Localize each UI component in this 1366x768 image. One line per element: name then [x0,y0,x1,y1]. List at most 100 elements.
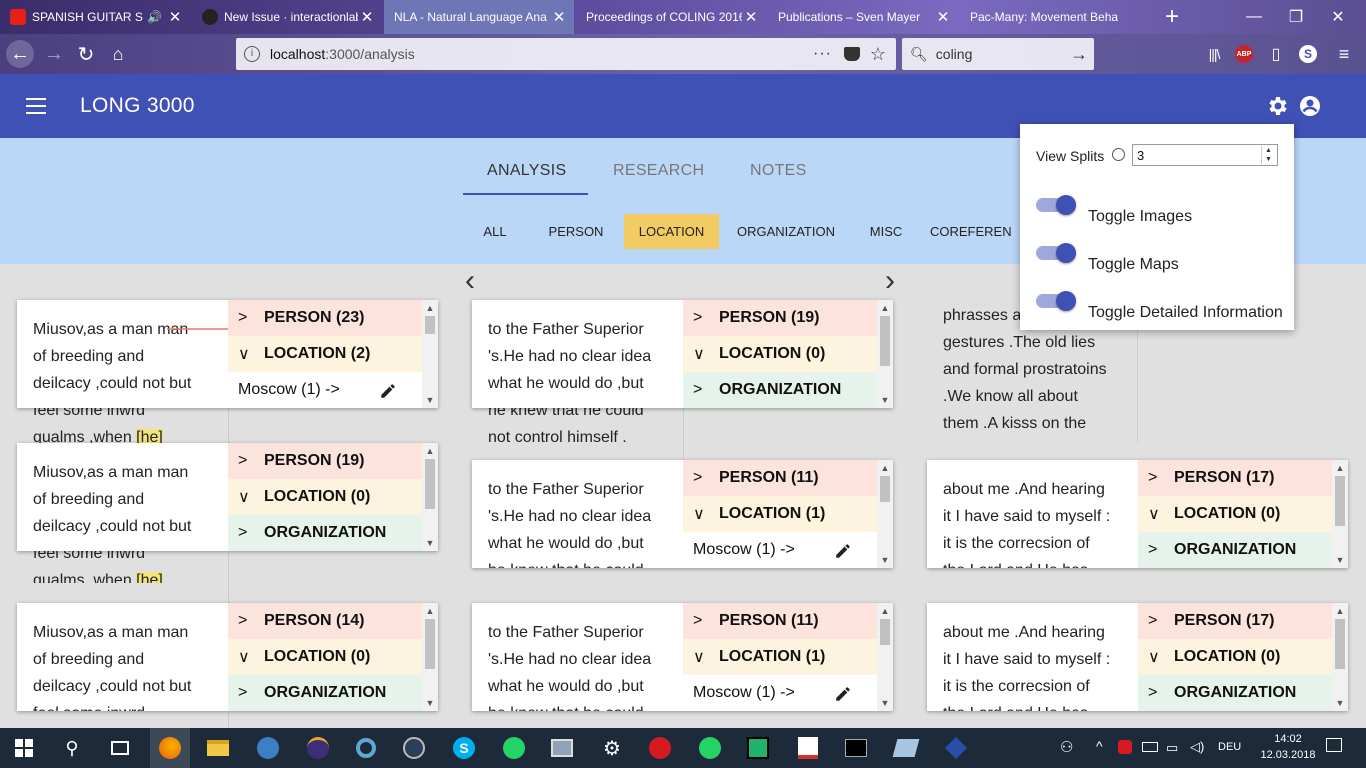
number-stepper-icon[interactable]: ▲ ▼ [1261,146,1275,164]
windows-start-icon[interactable] [8,732,40,764]
scrollbar[interactable]: ▲ ▼ [422,603,438,711]
entity-organization[interactable]: > ORGANIZATION [683,372,880,408]
app-ring-icon[interactable] [350,732,382,764]
search-icon[interactable]: ⚲ [56,732,88,764]
scrollbar[interactable]: ▲ ▼ [877,460,893,568]
page-actions-more-icon[interactable]: ··· [813,45,832,63]
game-app-icon[interactable] [940,732,972,764]
entity-location[interactable]: ∨ LOCATION (0) [228,479,425,515]
task-view-icon[interactable] [104,732,136,764]
tab-notes[interactable]: NOTES [750,162,807,180]
account-circle-icon[interactable] [1298,94,1322,118]
close-icon[interactable]: ✕ [742,8,760,26]
view-splits-radio[interactable] [1112,148,1125,161]
tab-research[interactable]: RESEARCH [613,162,704,180]
webstorm-icon[interactable] [742,732,774,764]
edit-pencil-icon[interactable] [834,685,852,703]
speaker-icon[interactable]: 🔊 [147,10,162,24]
home-icon[interactable]: ⌂ [104,40,132,68]
entity-location[interactable]: ∨ LOCATION (0) [683,336,880,372]
toggle-detailed-info-switch[interactable] [1036,291,1076,311]
notifications-icon[interactable] [1326,738,1342,752]
entity-person[interactable]: > PERSON (17) [1138,460,1335,496]
toggle-images-switch[interactable] [1036,195,1076,215]
entity-location[interactable]: ∨ LOCATION (0) [1138,639,1335,675]
browser-tab-youtube[interactable]: SPANISH GUITAR SOU 🔊 ✕ [0,0,190,34]
toggle-maps-switch[interactable] [1036,243,1076,263]
volume-icon[interactable]: ◁) [1190,739,1204,755]
firefox-icon[interactable] [150,728,190,768]
library-icon[interactable]: |||\ [1200,40,1228,68]
search-input[interactable]: coling [936,46,973,62]
input-language[interactable]: DEU [1218,741,1241,753]
filter-tab-coreference[interactable]: COREFEREN [930,214,1020,249]
extension-s-icon[interactable]: S [1299,45,1317,63]
browser-tab-coling[interactable]: Proceedings of COLING 2016 ✕ [576,0,766,34]
info-icon[interactable]: i [244,46,260,62]
pocket-icon[interactable] [844,47,860,61]
network-icon[interactable]: ▭ [1166,740,1178,756]
settings-gear-icon[interactable] [1266,94,1290,118]
minimize-icon[interactable]: — [1234,0,1274,34]
scrollbar[interactable]: ▲ ▼ [1332,603,1348,711]
scrollbar[interactable]: ▲ ▼ [1332,460,1348,568]
search-bar[interactable]: 🔍︎ coling → [902,38,1094,70]
entity-location[interactable]: ∨ LOCATION (2) [228,336,425,372]
browser-tab-github[interactable]: New Issue · interactionlab ✕ [192,0,382,34]
security-app-icon[interactable] [644,732,676,764]
whatsapp-icon[interactable] [498,732,530,764]
close-icon[interactable]: ✕ [550,8,568,26]
tray-security-icon[interactable] [1118,740,1132,754]
people-icon[interactable]: ⚇ [1060,738,1073,756]
entity-person[interactable]: > PERSON (17) [1138,603,1335,639]
browser-tab-publications[interactable]: Publications – Sven Mayer ✕ [768,0,958,34]
skype-icon[interactable]: S [448,732,480,764]
filter-tab-all[interactable]: ALL [470,214,520,249]
entity-location[interactable]: ∨ LOCATION (0) [228,639,425,675]
whatsapp-icon[interactable] [694,732,726,764]
close-icon[interactable]: ✕ [934,8,952,26]
eclipse-icon[interactable] [302,732,334,764]
filter-tab-misc[interactable]: MISC [860,214,912,249]
reload-icon[interactable]: ↻ [72,40,100,68]
new-tab-plus-icon[interactable]: + [1152,0,1192,34]
entity-organization[interactable]: > ORGANIZATION [1138,532,1335,568]
steam-icon[interactable] [398,732,430,764]
entity-location[interactable]: ∨ LOCATION (0) [1138,496,1335,532]
settings-gear-icon[interactable]: ⚙ [596,732,628,764]
scrollbar[interactable]: ▲ ▼ [422,300,438,408]
entity-person[interactable]: > PERSON (11) [683,603,880,639]
browser-tab-nla[interactable]: NLA - Natural Language Ana ✕ [384,0,574,34]
scrollbar[interactable]: ▲ ▼ [422,443,438,551]
back-arrow-icon[interactable]: ← [6,40,34,68]
entity-organization[interactable]: > ORGANIZATION [1138,675,1335,711]
image-viewer-icon[interactable] [546,732,578,764]
filter-tab-organization[interactable]: ORGANIZATION [732,214,840,249]
pdf-reader-icon[interactable] [792,732,824,764]
carousel-prev-chevron-icon[interactable]: ‹ [465,264,475,298]
filter-tab-person[interactable]: PERSON [540,214,612,249]
location-item[interactable]: Moscow (1) -> [228,372,425,408]
thunderbird-icon[interactable] [252,732,284,764]
carousel-next-chevron-icon[interactable]: › [885,264,895,298]
entity-person[interactable]: > PERSON (19) [228,443,425,479]
filter-tab-location[interactable]: LOCATION [624,214,719,249]
coreference-mention[interactable]: [he] [136,572,163,583]
close-icon[interactable]: ✕ [166,8,184,26]
edit-pencil-icon[interactable] [379,382,397,400]
adblock-plus-icon[interactable]: ABP [1235,45,1253,63]
location-item[interactable]: Moscow (1) -> [683,532,880,568]
entity-location[interactable]: ∨ LOCATION (1) [683,496,880,532]
entity-location[interactable]: ∨ LOCATION (1) [683,639,880,675]
browser-tab-pacmany[interactable]: Pac-Many: Movement Beha [960,0,1150,34]
maximize-icon[interactable]: ❐ [1276,0,1316,34]
edit-pencil-icon[interactable] [834,542,852,560]
entity-person[interactable]: > PERSON (23) [228,300,425,336]
forward-arrow-icon[interactable]: → [40,40,68,68]
scrollbar[interactable]: ▲ ▼ [877,300,893,408]
terminal-icon[interactable] [840,732,872,764]
clock-date[interactable]: 12.03.2018 [1256,749,1320,761]
tab-analysis[interactable]: ANALYSIS [487,162,566,180]
entity-person[interactable]: > PERSON (11) [683,460,880,496]
entity-person[interactable]: > PERSON (19) [683,300,880,336]
